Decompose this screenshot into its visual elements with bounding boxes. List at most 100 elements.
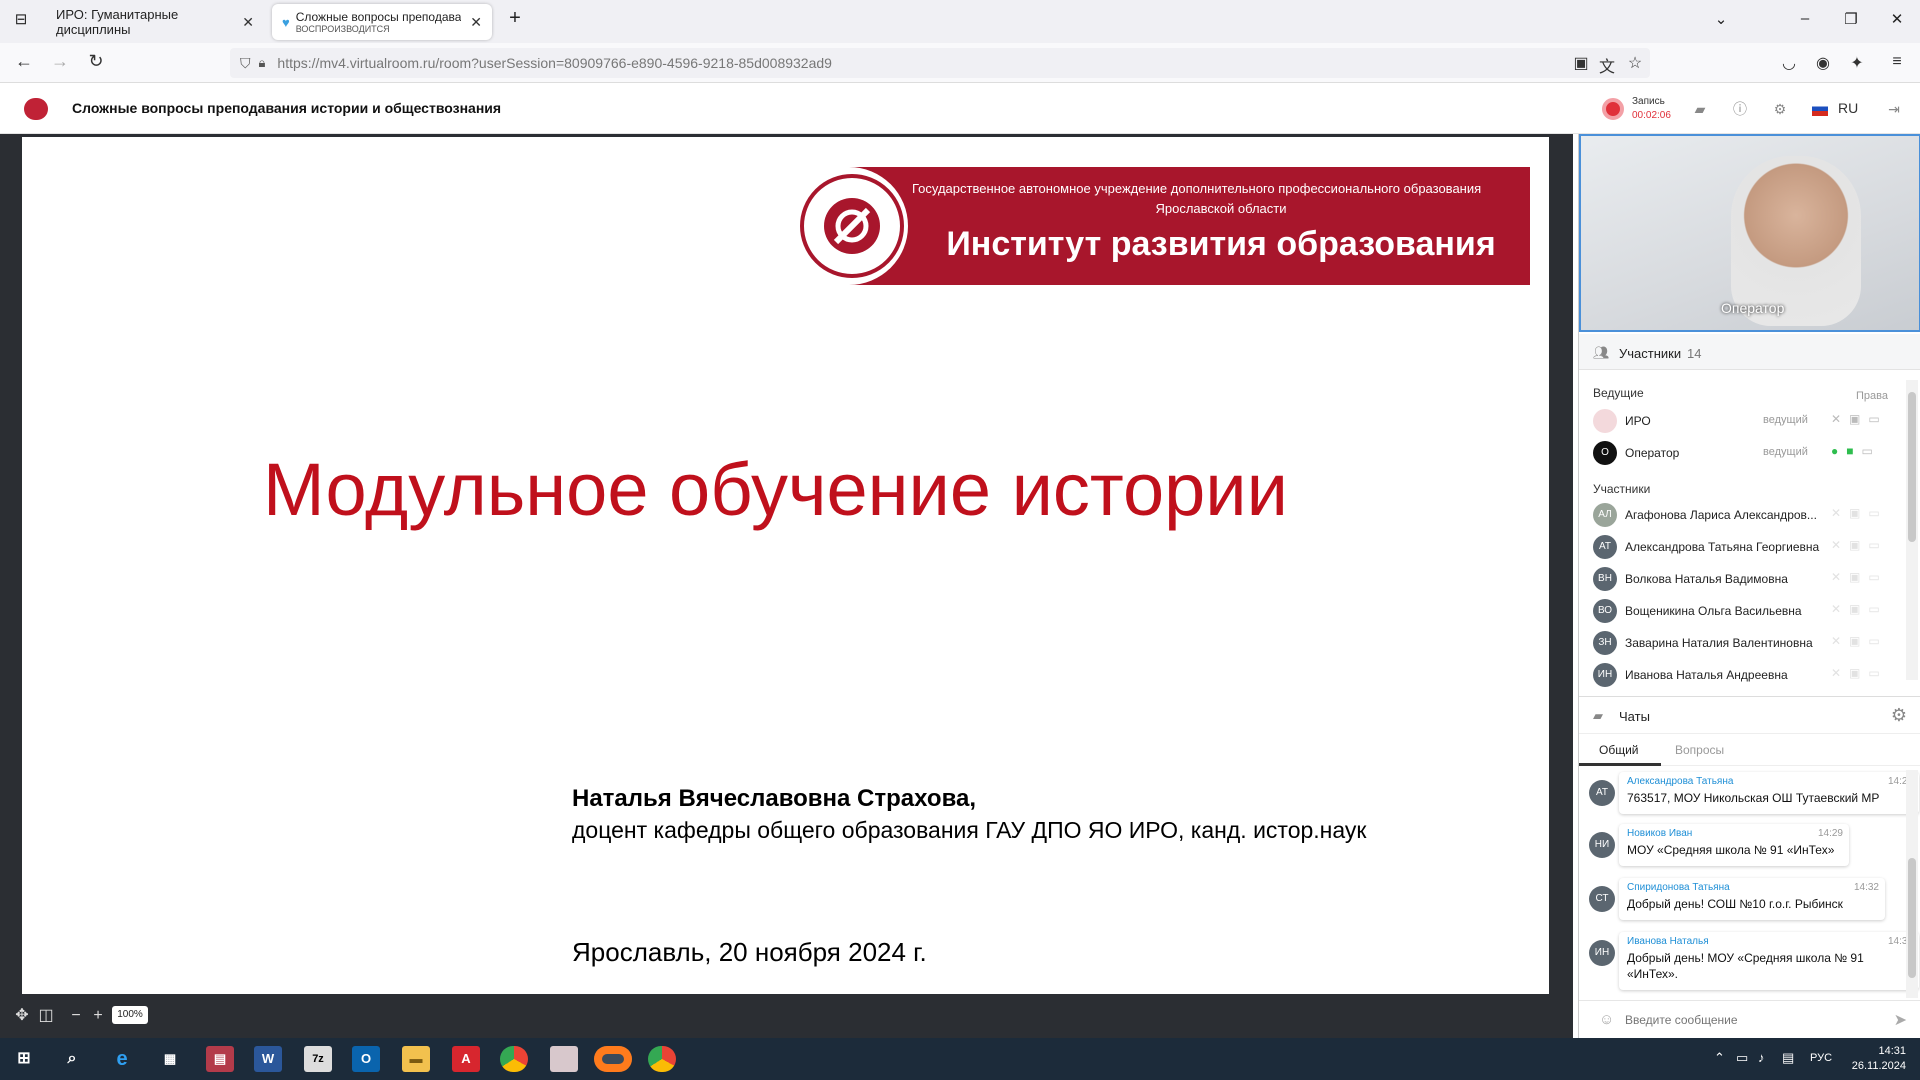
restore-icon[interactable]: ❐ <box>1836 10 1866 28</box>
right-panel: Оператор 👥︎ Участники 14 Ведущие Права И… <box>1578 134 1920 1038</box>
zoom-level[interactable]: 100% <box>112 1006 148 1024</box>
chrome-icon[interactable] <box>648 1046 676 1072</box>
forward-icon[interactable]: → <box>48 51 72 72</box>
tab-questions[interactable]: Вопросы <box>1675 743 1724 757</box>
participant-row[interactable]: ВО Вощеникина Ольга Васильевна ✕▣▭ <box>1593 596 1893 626</box>
picture-icon[interactable]: ▣ <box>1570 53 1592 73</box>
host-role: ведущий <box>1763 414 1808 426</box>
record-timer: 00:02:06 <box>1632 110 1671 121</box>
avatar: О <box>1593 441 1617 465</box>
chats-header: ▰ Чаты ⚙ <box>1579 696 1920 734</box>
address-bar[interactable]: ⛉ 🔒︎ https://mv4.virtualroom.ru/room?use… <box>230 48 1650 78</box>
message-author: Спиридонова Татьяна <box>1627 882 1730 893</box>
host-media-icons[interactable]: ●■▭ <box>1831 444 1881 458</box>
7zip-icon[interactable]: 7z <box>304 1046 332 1072</box>
participant-row[interactable]: ВН Волкова Наталья Вадимовна ✕▣▭ <box>1593 564 1893 594</box>
participants-header[interactable]: 👥︎ Участники 14 <box>1579 334 1920 370</box>
operator-video[interactable]: Оператор <box>1579 134 1920 332</box>
participant-media-icons[interactable]: ✕▣▭ <box>1831 570 1888 584</box>
participants-icon: 👥︎ <box>1593 345 1610 360</box>
edge-icon[interactable]: e <box>108 1046 136 1072</box>
reload-icon[interactable]: ↻ <box>84 51 108 72</box>
avatar: АТ <box>1593 535 1617 559</box>
record-icon[interactable] <box>1602 98 1624 120</box>
chat-scrollbar[interactable] <box>1906 770 1918 998</box>
language-selector[interactable]: RU <box>1838 100 1858 116</box>
video-label: Оператор <box>1721 300 1785 316</box>
rights-label[interactable]: Права <box>1856 390 1888 402</box>
fit-width-icon[interactable]: ✥ <box>12 1006 32 1026</box>
extensions-icon[interactable]: ✦ <box>1846 53 1868 73</box>
tab-list-icon[interactable]: ⊟ <box>6 10 36 28</box>
outlook-icon[interactable]: O <box>352 1046 380 1072</box>
message-input[interactable] <box>1625 1011 1875 1029</box>
send-icon[interactable]: ➤ <box>1894 1010 1907 1030</box>
exit-icon[interactable]: ⇥ <box>1884 99 1904 119</box>
account-icon[interactable]: ◉ <box>1812 53 1834 73</box>
iro-app-icon[interactable] <box>550 1046 578 1072</box>
emoji-icon[interactable]: ☺ <box>1599 1011 1614 1028</box>
host-row[interactable]: ИРО ведущий ✕▣▭ <box>1593 406 1893 436</box>
back-icon[interactable]: ← <box>12 51 36 72</box>
pdf-viewer-icon[interactable]: ▤ <box>206 1046 234 1072</box>
word-icon[interactable]: W <box>254 1046 282 1072</box>
search-icon[interactable]: ⌕ <box>58 1046 86 1072</box>
russia-flag-icon <box>1812 102 1828 116</box>
chevron-down-icon[interactable]: ⌄ <box>1706 10 1736 28</box>
avatar: АЛ <box>1593 503 1617 527</box>
system-clock[interactable]: 14:31 26.11.2024 <box>1852 1044 1906 1074</box>
participant-row[interactable]: АЛ Агафонова Лариса Александров... ✕▣▭ <box>1593 500 1893 530</box>
room-title: Сложные вопросы преподавания истории и о… <box>72 100 502 116</box>
participant-media-icons[interactable]: ✕▣▭ <box>1831 634 1888 648</box>
close-window-icon[interactable]: ✕ <box>1882 10 1912 28</box>
message-time: 14:29 <box>1817 828 1843 839</box>
folder-icon[interactable]: ▰ <box>1690 99 1710 119</box>
settings-gear-icon[interactable]: ⚙ <box>1770 99 1790 119</box>
zoom-out-button[interactable]: − <box>66 1006 86 1026</box>
participant-media-icons[interactable]: ✕▣▭ <box>1831 666 1888 680</box>
slide-title: Модульное обучение истории <box>263 448 1288 531</box>
tab-iro[interactable]: ИРО: Гуманитарные дисциплины ✕ <box>46 4 264 40</box>
host-media-icons[interactable]: ✕▣▭ <box>1831 412 1888 426</box>
participants-scrollbar[interactable] <box>1906 380 1918 680</box>
acrobat-icon[interactable]: A <box>452 1046 480 1072</box>
info-icon[interactable]: ⓘ <box>1730 99 1750 119</box>
chat-bubble-icon: ▰ <box>1593 708 1603 723</box>
store-icon[interactable]: ▦ <box>156 1046 184 1072</box>
zoom-in-button[interactable]: + <box>88 1006 108 1026</box>
participant-media-icons[interactable]: ✕▣▭ <box>1831 602 1888 616</box>
network-icon[interactable]: ▭ <box>1736 1050 1748 1066</box>
message-text: Добрый день! СОШ №10 г.о.г. Рыбинск <box>1627 897 1843 911</box>
chevron-up-icon[interactable]: ⌃ <box>1714 1050 1725 1066</box>
message-text: Добрый день! МОУ «Средняя школа № 91 «Ин… <box>1627 951 1864 981</box>
chat-settings-gear-icon[interactable]: ⚙ <box>1891 705 1907 726</box>
firefox-icon[interactable] <box>594 1046 632 1072</box>
translate-icon[interactable]: 文 <box>1596 53 1618 77</box>
fit-page-icon[interactable]: ◫ <box>36 1006 56 1026</box>
chrome-icon[interactable] <box>500 1046 528 1072</box>
participant-row[interactable]: АТ Александрова Татьяна Георгиевна ✕▣▭ <box>1593 532 1893 562</box>
notification-icon[interactable]: ▤ <box>1782 1050 1794 1066</box>
keyboard-language[interactable]: РУС <box>1810 1052 1832 1064</box>
lock-icon[interactable]: 🔒︎ <box>259 55 266 71</box>
tab-general[interactable]: Общий <box>1599 743 1639 757</box>
minimize-icon[interactable]: – <box>1790 10 1820 27</box>
new-tab-icon[interactable]: + <box>500 7 530 30</box>
close-icon[interactable]: ✕ <box>242 14 254 31</box>
participant-row[interactable]: ЗН Заварина Наталия Валентиновна ✕▣▭ <box>1593 628 1893 658</box>
participant-row[interactable]: ИН Иванова Наталья Андреевна ✕▣▭ <box>1593 660 1893 690</box>
file-explorer-icon[interactable]: ▬ <box>402 1046 430 1072</box>
pocket-icon[interactable]: ◡ <box>1778 53 1800 73</box>
bookmark-star-icon[interactable]: ☆ <box>1624 53 1646 73</box>
tab-room[interactable]: ♥ Сложные вопросы преподава ВОСПРОИЗВОДИ… <box>272 4 492 40</box>
host-role: ведущий <box>1763 446 1808 458</box>
close-icon[interactable]: ✕ <box>470 14 482 31</box>
host-row[interactable]: О Оператор ведущий ●■▭ <box>1593 438 1893 468</box>
menu-icon[interactable]: ≡ <box>1886 53 1908 71</box>
participant-media-icons[interactable]: ✕▣▭ <box>1831 506 1888 520</box>
shield-icon[interactable]: ⛉ <box>240 55 251 72</box>
volume-icon[interactable]: ♪ <box>1758 1050 1765 1065</box>
windows-start-icon[interactable]: ⊞ <box>10 1046 38 1072</box>
participant-media-icons[interactable]: ✕▣▭ <box>1831 538 1888 552</box>
windows-taskbar: ⊞ ⌕ e ▦ ▤ W 7z O ▬ A ⌃ ▭ ♪ ▤ РУС 14:31 2… <box>0 1038 1920 1080</box>
